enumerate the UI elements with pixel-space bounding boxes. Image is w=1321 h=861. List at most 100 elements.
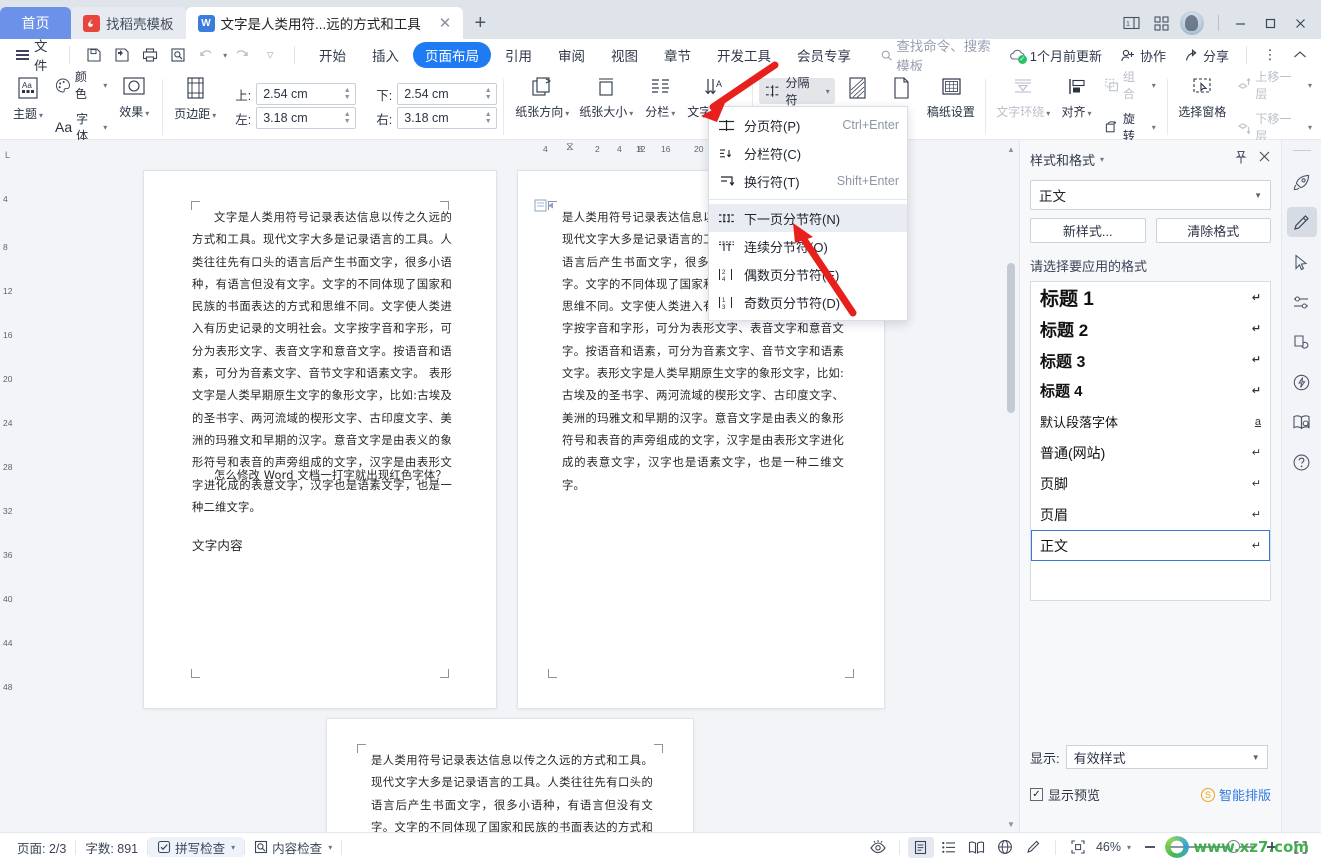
- select-pane-button[interactable]: 选择窗格: [1174, 73, 1231, 120]
- style-list[interactable]: 标题 1 ↵ 标题 2 ↵ 标题 3 ↵ 标题 4 ↵ 默认段落字体 a 普通(…: [1030, 281, 1271, 601]
- new-style-button[interactable]: 新样式...: [1030, 218, 1146, 243]
- tab-developer[interactable]: 开发工具: [705, 42, 783, 68]
- document-page-1[interactable]: 文字是人类用符号记录表达信息以传之久远的方式和工具。现代文字大多是记录语言的工具…: [144, 171, 496, 708]
- more-options-icon[interactable]: ⋮: [1257, 43, 1283, 67]
- minimize-button[interactable]: [1225, 8, 1255, 38]
- columns-button[interactable]: 分栏 ▾: [638, 73, 682, 120]
- smart-layout-button[interactable]: S 智能排版: [1200, 785, 1271, 804]
- text-wrap-button[interactable]: 文字环绕 ▾: [992, 73, 1055, 120]
- margin-top-stepper[interactable]: ▲▼: [256, 83, 357, 105]
- page1-paragraph-3[interactable]: 文字内容: [192, 538, 243, 553]
- margin-left-stepper[interactable]: ▲▼: [256, 107, 357, 129]
- separator-button[interactable]: 分隔符 ▾: [759, 76, 835, 107]
- document-vertical-scrollbar[interactable]: ▲ ▼: [1004, 143, 1018, 832]
- close-icon[interactable]: ✕: [439, 16, 452, 31]
- close-button[interactable]: [1285, 8, 1315, 38]
- menu-item-page-break[interactable]: 分页符(P) Ctrl+Enter: [709, 111, 907, 139]
- word-count[interactable]: 字数: 891: [76, 838, 147, 857]
- margin-right-stepper[interactable]: ▲▼: [397, 107, 498, 129]
- fit-page-icon[interactable]: [1065, 837, 1091, 858]
- menu-item-column-break[interactable]: 分栏符(C): [709, 139, 907, 167]
- share-button[interactable]: 分享: [1177, 46, 1236, 65]
- content-check-button[interactable]: 内容检查 ▾: [245, 838, 341, 857]
- redo-icon[interactable]: [229, 43, 255, 67]
- maximize-button[interactable]: [1255, 8, 1285, 38]
- reading-view-icon[interactable]: [964, 837, 990, 858]
- stepper-arrows[interactable]: ▲ ▼: [339, 111, 355, 125]
- split-layout-icon[interactable]: 1: [1116, 8, 1146, 38]
- print-icon[interactable]: [137, 43, 163, 67]
- margin-top-input[interactable]: [257, 87, 340, 101]
- sync-status[interactable]: ✓ 1个月前更新: [1002, 46, 1109, 65]
- style-item-header[interactable]: 页眉 ↵: [1031, 499, 1270, 530]
- tab-document[interactable]: W 文字是人类用符...远的方式和工具 ✕: [185, 7, 464, 39]
- style-item-default-paragraph-font[interactable]: 默认段落字体 a: [1031, 406, 1270, 437]
- style-item-heading-4[interactable]: 标题 4 ↵: [1031, 375, 1270, 406]
- ink-view-icon[interactable]: [1020, 837, 1046, 858]
- tab-sections[interactable]: 章节: [652, 42, 703, 68]
- settings-sliders-icon[interactable]: [1287, 287, 1317, 317]
- pin-icon[interactable]: [1234, 150, 1248, 168]
- panel-title-group[interactable]: 样式和格式 ▾: [1030, 150, 1104, 169]
- grid-paper-button[interactable]: 稿纸设置: [923, 73, 979, 120]
- more-commands-icon[interactable]: ▿: [257, 43, 283, 67]
- margin-bottom-stepper[interactable]: ▲▼: [397, 83, 498, 105]
- web-view-icon[interactable]: [992, 837, 1018, 858]
- rocket-icon[interactable]: [1287, 167, 1317, 197]
- page-background-button[interactable]: [879, 73, 923, 105]
- scroll-up-icon[interactable]: ▲: [1004, 143, 1018, 157]
- menu-item-odd-page-section-break[interactable]: 13 奇数页分节符(D): [709, 288, 907, 316]
- style-item-footer[interactable]: 页脚 ↵: [1031, 468, 1270, 499]
- tab-review[interactable]: 审阅: [546, 42, 597, 68]
- style-item-heading-1[interactable]: 标题 1 ↵: [1031, 282, 1270, 313]
- style-item-heading-2[interactable]: 标题 2 ↵: [1031, 313, 1270, 344]
- bring-forward-button[interactable]: 上移一层 ▾: [1231, 65, 1317, 105]
- collapse-ribbon-icon[interactable]: [1287, 43, 1313, 67]
- save-as-icon[interactable]: [109, 43, 135, 67]
- print-preview-icon[interactable]: [165, 43, 191, 67]
- book-search-icon[interactable]: [1287, 407, 1317, 437]
- chevron-down-icon[interactable]: ▾: [328, 843, 332, 852]
- current-style-select[interactable]: 正文 ▼: [1030, 180, 1271, 210]
- stepper-arrows[interactable]: ▲ ▼: [480, 87, 496, 101]
- save-icon[interactable]: [81, 43, 107, 67]
- tab-insert[interactable]: 插入: [360, 42, 411, 68]
- tab-references[interactable]: 引用: [493, 42, 544, 68]
- spell-check-button[interactable]: 拼写检查 ▾: [148, 837, 245, 857]
- search-input[interactable]: 查找命令、搜索模板: [881, 35, 1002, 75]
- zoom-out-button[interactable]: [1137, 837, 1163, 858]
- tab-member[interactable]: 会员专享: [785, 42, 863, 68]
- theme-button[interactable]: Aa 主题 ▾: [6, 73, 50, 122]
- style-item-normal-web[interactable]: 普通(网站) ↵: [1031, 437, 1270, 468]
- collaborate-button[interactable]: 协作: [1113, 46, 1173, 65]
- separator-dropdown-menu[interactable]: 分页符(P) Ctrl+Enter 分栏符(C) 换行符(T) Shift+En…: [708, 106, 908, 321]
- chevron-down-icon[interactable]: ▼: [1254, 191, 1262, 200]
- chevron-down-icon[interactable]: ▾: [231, 843, 235, 852]
- page3-paragraph-1[interactable]: 是人类用符号记录表达信息以传之久远的方式和工具。现代文字大多是记录语言的工具。人…: [371, 754, 653, 832]
- margin-bottom-input[interactable]: [398, 87, 481, 101]
- style-item-heading-3[interactable]: 标题 3 ↵: [1031, 344, 1270, 375]
- stepper-arrows[interactable]: ▲ ▼: [480, 111, 496, 125]
- help-circle-icon[interactable]: [1287, 447, 1317, 477]
- paper-orientation-button[interactable]: 纸张方向 ▾: [510, 73, 574, 120]
- show-select[interactable]: 有效样式 ▼: [1065, 745, 1268, 769]
- grid-icon[interactable]: [1146, 8, 1176, 38]
- vertical-ruler[interactable]: 4 8 12 16 20 24 28 32 36 40 44 48: [0, 158, 18, 832]
- effects-button[interactable]: 效果 ▾: [112, 73, 156, 120]
- page-view-icon[interactable]: [907, 836, 934, 858]
- watermark-button[interactable]: [835, 73, 879, 105]
- outline-view-icon[interactable]: [936, 837, 962, 858]
- document-page-3[interactable]: 是人类用符号记录表达信息以传之久远的方式和工具。现代文字大多是记录语言的工具。人…: [327, 719, 693, 832]
- pen-edit-icon[interactable]: [1286, 207, 1317, 237]
- align-button[interactable]: 对齐 ▾: [1055, 73, 1099, 120]
- indent-marker-icon[interactable]: ⧖: [566, 141, 574, 154]
- paper-size-button[interactable]: 纸张大小 ▾: [574, 73, 638, 120]
- menu-item-line-break[interactable]: 换行符(T) Shift+Enter: [709, 167, 907, 195]
- eye-icon[interactable]: [865, 837, 891, 858]
- zoom-level[interactable]: 46% ▾: [1093, 840, 1135, 854]
- close-icon[interactable]: [1258, 150, 1271, 168]
- group-button[interactable]: 组合 ▾: [1099, 65, 1161, 105]
- tab-start[interactable]: 开始: [307, 42, 358, 68]
- tab-docer-templates[interactable]: 找稻壳模板: [71, 7, 186, 39]
- scrollbar-thumb[interactable]: [1007, 263, 1015, 413]
